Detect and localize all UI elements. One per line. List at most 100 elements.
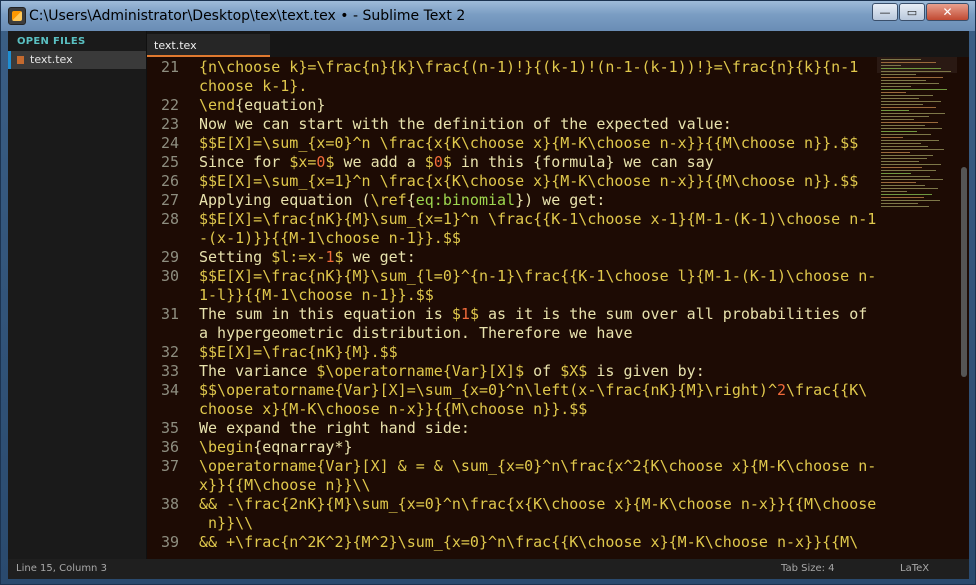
code-line[interactable]: 27 Applying equation (\ref{eq:binomial}) …	[161, 191, 879, 210]
code-line[interactable]: 31 The sum in this equation is $1$ as it …	[161, 305, 879, 324]
minimap-line	[881, 185, 925, 186]
cursor-position: Line 15, Column 3	[16, 563, 107, 574]
code-token: we add a	[334, 153, 425, 171]
code-line[interactable]: 33 The variance $\operatorname{Var}[X]$ o…	[161, 362, 879, 381]
code-line[interactable]: 34 $$\operatorname{Var}[X]=\sum_{x=0}^n\l…	[161, 381, 879, 400]
code-token: $X$	[560, 362, 588, 380]
close-button[interactable]: ✕	[926, 3, 969, 21]
minimize-button[interactable]: —	[872, 3, 898, 21]
code-token: $	[442, 153, 452, 171]
sublime-app-icon[interactable]	[8, 7, 26, 25]
sidebar-item-label: text.tex	[30, 53, 73, 66]
code-token: Since for	[199, 153, 290, 171]
scrollbar-thumb[interactable]	[961, 167, 967, 377]
minimap-line	[881, 203, 918, 204]
code-token: $$E[X]=\sum_{x=1}^n \frac{x{K\choose x}{…	[199, 172, 859, 190]
line-number: 34	[160, 381, 179, 399]
code-line[interactable]: 29 Setting $l:=x-1$ we get:	[161, 248, 879, 267]
minimap-line	[881, 83, 939, 84]
line-number: 33	[160, 362, 179, 380]
status-bar: Line 15, Column 3 Tab Size: 4 LaTeX	[8, 559, 969, 579]
code-line[interactable]: 1-l}}{{M-1\choose n-1}}.$$	[199, 286, 879, 305]
maximize-button[interactable]: ▭	[899, 3, 925, 21]
code-line[interactable]: -(x-1)}}{{M-1\choose n-1}}.$$	[199, 229, 879, 248]
minimap-line	[881, 74, 916, 75]
minimap-line	[881, 95, 933, 96]
minimap-line	[881, 77, 943, 78]
minimap-line	[881, 155, 933, 156]
minimap-line	[881, 158, 927, 159]
code-token: $x=	[289, 153, 317, 171]
minimap-line	[881, 80, 926, 81]
minimap-line	[881, 107, 936, 108]
minimap-line	[881, 134, 931, 135]
code-line[interactable]: choose k-1}.	[199, 77, 879, 96]
code-token: n}}\\	[199, 514, 254, 532]
line-number: 22	[160, 96, 179, 114]
minimap-line	[881, 200, 940, 201]
code-editor[interactable]: 21 {n\choose k}=\frac{n}{k}\frac{(n-1)!}{…	[147, 57, 969, 559]
code-token: $$E[X]=\frac{nK}{M}\sum_{x=1}^n \frac{{K…	[199, 210, 877, 228]
line-number: 23	[160, 115, 179, 133]
line-number: 36	[160, 438, 179, 456]
code-token: Setting	[199, 248, 272, 266]
code-line[interactable]: 22 \end{equation}	[161, 96, 879, 115]
minimap-line	[881, 89, 947, 90]
code-token: \begin	[199, 438, 254, 456]
code-token: $	[334, 248, 344, 266]
code-token: The variance	[199, 362, 317, 380]
code-token: 2	[776, 381, 786, 399]
file-icon	[17, 56, 24, 64]
minimap-line	[881, 179, 943, 180]
code-token: x}}{{M\choose n}}\\	[199, 476, 371, 494]
code-token: \operatorname{Var}[X] & = & \sum_{x=0}^n…	[199, 457, 877, 475]
code-line[interactable]: 30 $$E[X]=\frac{nK}{M}\sum_{l=0}^{n-1}\fr…	[161, 267, 879, 286]
vertical-scrollbar[interactable]	[959, 57, 969, 559]
code-line[interactable]: 35 We expand the right hand side:	[161, 419, 879, 438]
code-token: {n\choose k}=\frac{n}{k}\frac{(n-1)!}{(k…	[199, 58, 859, 76]
code-token: && -\frac{2nK}{M}\sum_{x=0}^n\frac{x{K\c…	[199, 495, 877, 513]
code-line[interactable]: 39 && +\frac{n^2K^2}{M^2}\sum_{x=0}^n\fra…	[161, 533, 879, 552]
minimap-line	[881, 173, 911, 174]
code-line[interactable]: 32 $$E[X]=\frac{nK}{M}.$$	[161, 343, 879, 362]
minimap-line	[881, 119, 914, 120]
code-token: choose k-1}.	[199, 77, 308, 95]
minimap-line	[881, 98, 919, 99]
minimap-line	[881, 197, 924, 198]
code-line[interactable]: 21 {n\choose k}=\frac{n}{k}\frac{(n-1)!}{…	[161, 58, 879, 77]
line-number: 25	[160, 153, 179, 171]
title-bar[interactable]: C:\Users\Administrator\Desktop\tex\text.…	[1, 1, 975, 31]
code-line[interactable]: 23 Now we can start with the definition o…	[161, 115, 879, 134]
app-window: C:\Users\Administrator\Desktop\tex\text.…	[0, 0, 976, 585]
sidebar-item-text-tex[interactable]: text.tex	[8, 51, 146, 69]
minimap[interactable]	[877, 57, 957, 227]
code-token: We expand the right hand side:	[199, 419, 470, 437]
tab-size-indicator[interactable]: Tab Size: 4	[781, 563, 835, 574]
line-number: 24	[160, 134, 179, 152]
code-text-area[interactable]: 21 {n\choose k}=\frac{n}{k}\frac{(n-1)!}{…	[161, 58, 879, 552]
syntax-indicator[interactable]: LaTeX	[900, 563, 929, 574]
code-line[interactable]: n}}\\	[199, 514, 879, 533]
minimap-line	[881, 152, 910, 153]
minimap-line	[881, 140, 939, 141]
code-line[interactable]: 28 $$E[X]=\frac{nK}{M}\sum_{x=1}^n \frac{…	[161, 210, 879, 229]
minimap-line	[881, 137, 903, 138]
minimap-line	[881, 122, 938, 123]
code-line[interactable]: x}}{{M\choose n}}\\	[199, 476, 879, 495]
tab-text-tex[interactable]: text.tex	[147, 34, 270, 57]
minimap-line	[881, 146, 928, 147]
code-line[interactable]: 24 $$E[X]=\sum_{x=0}^n \frac{x{K\choose x…	[161, 134, 879, 153]
code-line[interactable]: 26 $$E[X]=\sum_{x=1}^n \frac{x{K\choose x…	[161, 172, 879, 191]
code-token: }) we get:	[515, 191, 606, 209]
code-line[interactable]: 38 && -\frac{2nK}{M}\sum_{x=0}^n\frac{x{K…	[161, 495, 879, 514]
code-line[interactable]: 36 \begin{eqnarray*}	[161, 438, 879, 457]
line-number: 39	[160, 533, 179, 551]
code-line[interactable]: 37 \operatorname{Var}[X] & = & \sum_{x=0}…	[161, 457, 879, 476]
code-token: -(x-1)}}{{M-1\choose n-1}}.$$	[199, 229, 461, 247]
code-line[interactable]: choose x}{M-K\choose n-x}}{{M\choose n}}…	[199, 400, 879, 419]
code-line[interactable]: 25 Since for $x=0$ we add a $0$ in this {…	[161, 153, 879, 172]
minimap-line	[881, 113, 945, 114]
window-title: C:\Users\Administrator\Desktop\tex\text.…	[29, 8, 466, 24]
minimap-line	[881, 116, 929, 117]
code-line[interactable]: a hypergeometric distribution. Therefore…	[199, 324, 879, 343]
